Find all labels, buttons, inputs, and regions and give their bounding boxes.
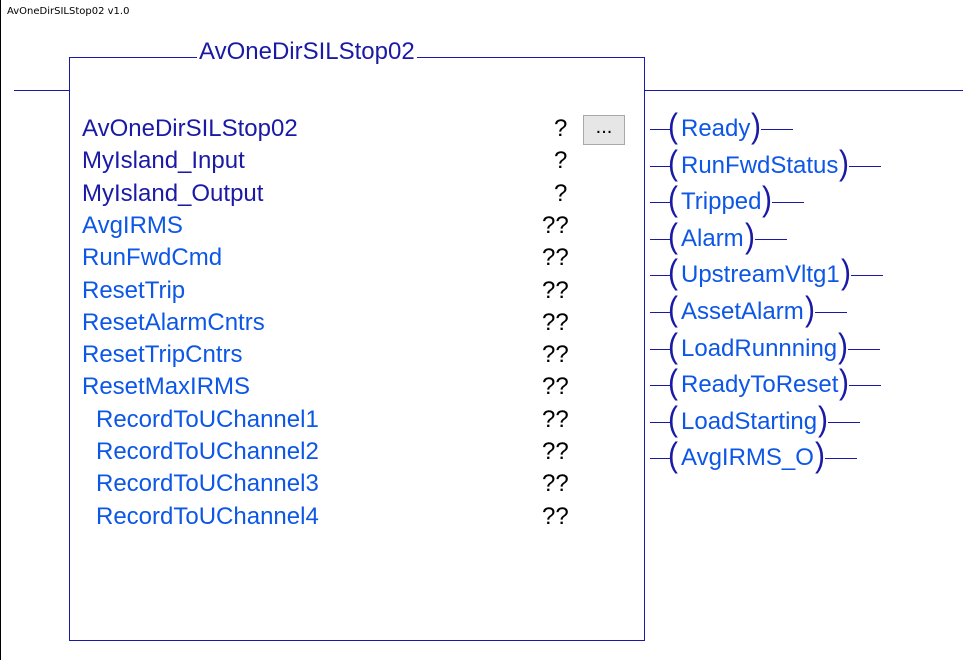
parameter-value[interactable]: ?? [542, 243, 569, 273]
coil-tag[interactable]: Tripped [681, 187, 761, 217]
parameter-name[interactable]: AvOneDirSILStop02 [82, 114, 298, 144]
parameter-value[interactable]: ?? [542, 340, 569, 370]
coil-wire-left [650, 129, 670, 130]
parameter-value[interactable]: ? [554, 146, 567, 176]
coil-close-paren: ) [745, 217, 755, 256]
parameter-name[interactable]: ResetTripCntrs [82, 340, 242, 370]
coil-tag[interactable]: LoadStarting [681, 407, 817, 437]
coil-wire-left [650, 458, 670, 459]
coil-tag[interactable]: LoadRunnning [681, 334, 837, 364]
coil-close-paren: ) [839, 363, 849, 402]
instruction-version-label: AvOneDirSILStop02 v1.0 [7, 6, 130, 17]
parameter-name[interactable]: AvgIRMS [82, 211, 183, 241]
block-title: AvOneDirSILStop02 [197, 35, 417, 69]
parameter-value[interactable]: ?? [542, 372, 569, 402]
parameter-name[interactable]: ResetMaxIRMS [82, 372, 250, 402]
parameter-name[interactable]: MyIsland_Input [82, 146, 245, 176]
parameter-name[interactable]: RecordToUChannel2 [96, 437, 319, 467]
coil-open-paren: ( [668, 290, 678, 329]
coil-tag[interactable]: AvgIRMS_O [681, 443, 814, 473]
parameter-value[interactable]: ?? [542, 308, 569, 338]
output-rung-wire [645, 90, 963, 91]
coil-wire-right [772, 202, 804, 203]
coil-close-paren: ) [841, 253, 851, 292]
coil-wire-right [828, 422, 860, 423]
coil-tag[interactable]: UpstreamVltg1 [681, 260, 840, 290]
parameter-name[interactable]: RunFwdCmd [82, 243, 222, 273]
coil-open-paren: ( [668, 327, 678, 366]
parameter-value[interactable]: ?? [542, 437, 569, 467]
parameter-name[interactable]: RecordToUChannel3 [96, 469, 319, 499]
parameter-value[interactable]: ? [554, 114, 567, 144]
coil-wire-right [761, 129, 793, 130]
coil-wire-right [825, 458, 857, 459]
ladder-canvas: AvOneDirSILStop02 v1.0 AvOneDirSILStop02… [0, 0, 963, 660]
coil-tag[interactable]: Alarm [681, 224, 744, 254]
coil-wire-left [650, 166, 670, 167]
coil-close-paren: ) [751, 107, 761, 146]
parameter-value[interactable]: ?? [542, 502, 569, 532]
coil-open-paren: ( [668, 180, 678, 219]
coil-wire-right [755, 239, 787, 240]
coil-open-paren: ( [668, 253, 678, 292]
coil-open-paren: ( [668, 107, 678, 146]
coil-tag[interactable]: ReadyToReset [681, 370, 838, 400]
coil-open-paren: ( [668, 400, 678, 439]
parameter-value[interactable]: ?? [542, 211, 569, 241]
coil-wire-right [851, 275, 883, 276]
coil-wire-left [650, 349, 670, 350]
coil-wire-right [849, 166, 881, 167]
coil-open-paren: ( [668, 363, 678, 402]
coil-open-paren: ( [668, 144, 678, 183]
parameter-value[interactable]: ?? [542, 276, 569, 306]
parameter-value[interactable]: ? [554, 179, 567, 209]
coil-tag[interactable]: RunFwdStatus [681, 151, 838, 181]
coil-tag[interactable]: Ready [681, 114, 750, 144]
coil-close-paren: ) [815, 436, 825, 475]
coil-wire-left [650, 239, 670, 240]
parameter-name[interactable]: ResetAlarmCntrs [82, 308, 265, 338]
parameter-name[interactable]: ResetTrip [82, 276, 185, 306]
coil-close-paren: ) [762, 180, 772, 219]
coil-wire-right [848, 349, 880, 350]
coil-wire-right [815, 312, 847, 313]
coil-open-paren: ( [668, 436, 678, 475]
parameter-value[interactable]: ?? [542, 469, 569, 499]
coil-wire-left [650, 422, 670, 423]
parameter-name[interactable]: RecordToUChannel1 [96, 405, 319, 435]
coil-wire-left [650, 275, 670, 276]
coil-wire-left [650, 202, 670, 203]
properties-ellipsis-button[interactable]: ... [583, 115, 625, 145]
coil-tag[interactable]: AssetAlarm [681, 297, 804, 327]
coil-close-paren: ) [818, 400, 828, 439]
coil-wire-left [650, 312, 670, 313]
input-rung-wire [14, 90, 69, 91]
parameter-name[interactable]: RecordToUChannel4 [96, 502, 319, 532]
coil-close-paren: ) [805, 290, 815, 329]
coil-open-paren: ( [668, 217, 678, 256]
coil-close-paren: ) [838, 327, 848, 366]
coil-close-paren: ) [839, 144, 849, 183]
parameter-value[interactable]: ?? [542, 405, 569, 435]
coil-wire-right [849, 385, 881, 386]
coil-wire-left [650, 385, 670, 386]
power-rail-left [0, 0, 1, 660]
parameter-name[interactable]: MyIsland_Output [82, 179, 263, 209]
